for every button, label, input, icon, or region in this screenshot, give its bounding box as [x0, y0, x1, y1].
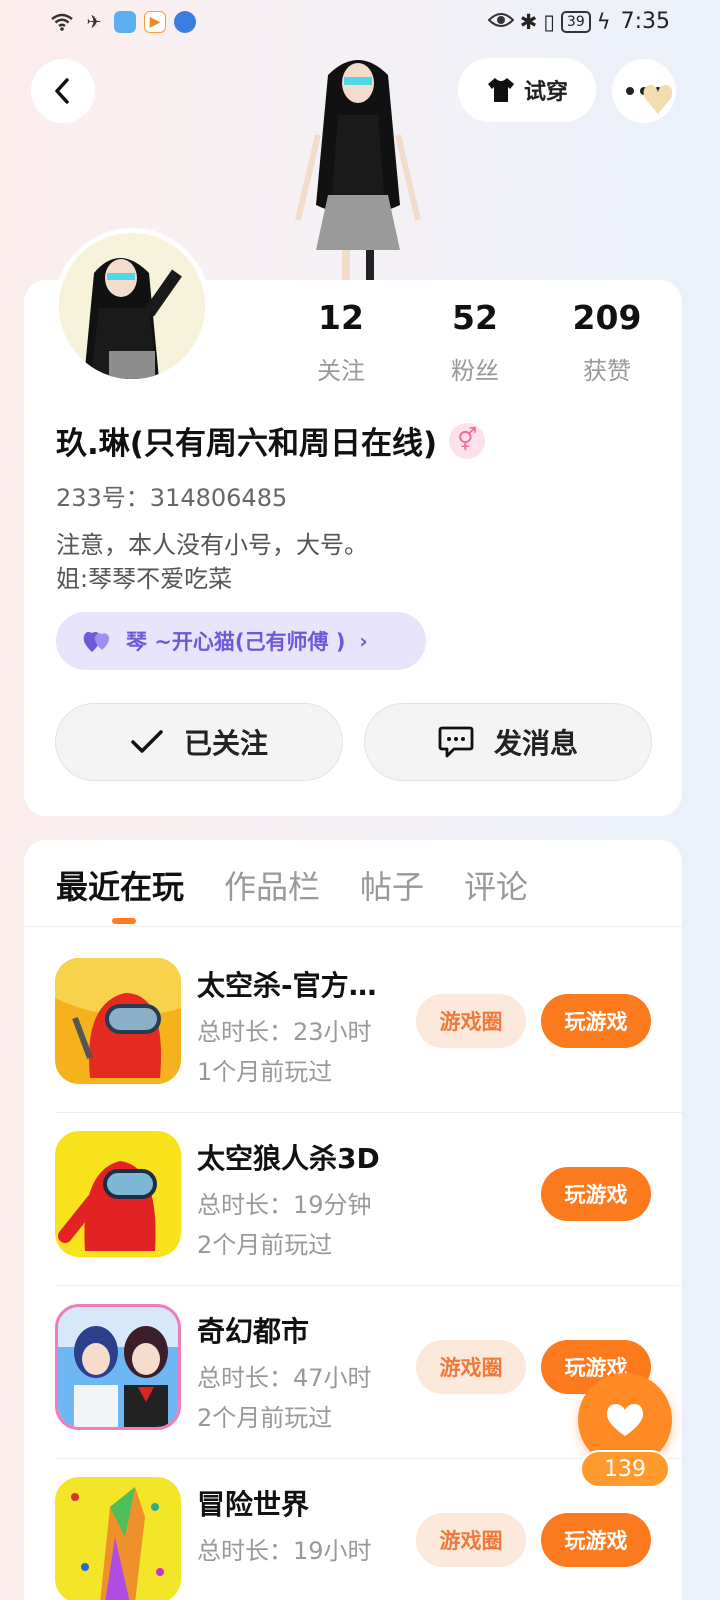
- tab-comments[interactable]: 评论: [464, 862, 528, 908]
- bluetooth-icon: ✱: [519, 9, 538, 34]
- heart-icon: [606, 1404, 644, 1436]
- game-title: 奇幻都市: [197, 1315, 310, 1348]
- stat-following[interactable]: 12 关注: [286, 298, 396, 386]
- chat-bubble-icon: [438, 726, 474, 758]
- stat-fans-label: 粉丝: [451, 357, 499, 385]
- stat-following-count: 12: [318, 298, 364, 337]
- bio: 注意，本人没有小号，大号。 姐:琴琴不爱吃菜: [56, 528, 368, 596]
- play-game-button[interactable]: 玩游戏: [541, 994, 651, 1048]
- stat-fans-count: 52: [452, 298, 498, 337]
- stat-following-label: 关注: [317, 357, 365, 385]
- stat-likes[interactable]: 209 获赞: [552, 298, 662, 386]
- game-icon[interactable]: [55, 1131, 181, 1257]
- charging-icon: ϟ: [596, 9, 611, 34]
- game-playtime: 总时长：23小时: [197, 1018, 372, 1046]
- back-button[interactable]: [31, 59, 95, 123]
- game-circle-button[interactable]: 游戏圈: [416, 1513, 526, 1567]
- game-icon[interactable]: [55, 1477, 181, 1600]
- game-circle-button[interactable]: 游戏圈: [416, 994, 526, 1048]
- stat-fans[interactable]: 52 粉丝: [420, 298, 530, 386]
- game-icon[interactable]: [55, 1304, 181, 1430]
- stat-likes-label: 获赞: [583, 357, 631, 385]
- bio-line: 注意，本人没有小号，大号。: [56, 531, 368, 559]
- user-name: 玖.琳(只有周六和周日在线): [56, 426, 438, 462]
- app-notification-icon: [114, 11, 136, 33]
- vibrate-icon: ▯: [543, 9, 555, 34]
- game-playtime: 总时长：19小时: [197, 1537, 372, 1565]
- game-icon[interactable]: [55, 958, 181, 1084]
- name-row: 玖.琳(只有周六和周日在线) ⚥: [56, 418, 486, 463]
- battery-indicator: 39: [560, 10, 591, 33]
- game-title: 冒险世界: [197, 1488, 310, 1521]
- tab-posts[interactable]: 帖子: [360, 862, 424, 908]
- games-card: 最近在玩 作品栏 帖子 评论 太空杀-官方正版 总时长：23小时 1个月前玩过 …: [24, 840, 682, 1600]
- play-game-button[interactable]: 玩游戏: [541, 1167, 651, 1221]
- divider: [24, 926, 682, 927]
- game-playtime: 总时长：19分钟: [197, 1191, 372, 1219]
- like-count: 139: [580, 1450, 670, 1488]
- eye-icon: [487, 10, 515, 34]
- tshirt-icon: [487, 78, 514, 102]
- browser-notification-icon: [174, 11, 196, 33]
- user-id[interactable]: 233号：314806485: [56, 478, 287, 513]
- wifi-icon: [50, 10, 74, 34]
- game-last-played: 2个月前玩过: [197, 1404, 333, 1432]
- heart-decoration-icon: ♥: [640, 78, 676, 124]
- airplane-icon: ✈: [86, 11, 102, 33]
- master-tag[interactable]: 琴 ~开心猫(己有师傅 ) ›: [56, 612, 426, 670]
- send-message-label: 发消息: [493, 727, 578, 760]
- try-on-label: 试穿: [523, 80, 568, 105]
- stat-likes-count: 209: [572, 298, 642, 337]
- check-icon: [131, 730, 163, 753]
- tab-recently-played[interactable]: 最近在玩: [56, 862, 184, 908]
- tab-indicator: [112, 918, 136, 924]
- gender-female-icon: ⚥: [449, 422, 486, 459]
- try-on-button[interactable]: 试穿: [458, 58, 596, 122]
- game-title: 太空狼人杀3D: [197, 1142, 380, 1175]
- chevron-right-icon: ›: [359, 629, 368, 653]
- game-row[interactable]: 太空狼人杀3D 总时长：19分钟 2个月前玩过 玩游戏: [24, 1113, 682, 1286]
- chevron-left-icon: [55, 78, 69, 104]
- bio-line: 姐:琴琴不爱吃菜: [56, 565, 233, 593]
- game-title: 太空杀-官方正版: [197, 969, 397, 1002]
- clock: 7:35: [620, 9, 670, 34]
- play-notification-icon: ▶: [144, 11, 166, 33]
- avatar-figure[interactable]: [288, 45, 428, 285]
- game-last-played: 2个月前玩过: [197, 1231, 333, 1259]
- followed-button[interactable]: 已关注: [55, 703, 343, 781]
- status-bar: ✈ ▶ ✱ ▯ 39 ϟ 7:35: [0, 0, 720, 48]
- game-last-played: 1个月前玩过: [197, 1058, 333, 1086]
- send-message-button[interactable]: 发消息: [364, 703, 652, 781]
- double-heart-icon: [83, 632, 110, 652]
- game-playtime: 总时长：47小时: [197, 1364, 372, 1392]
- followed-label: 已关注: [183, 727, 268, 760]
- master-tag-label: 琴 ~开心猫(己有师傅 ): [126, 630, 346, 654]
- game-row[interactable]: 太空杀-官方正版 总时长：23小时 1个月前玩过 游戏圈 玩游戏: [24, 940, 682, 1113]
- tab-bar: 最近在玩 作品栏 帖子 评论: [56, 862, 528, 908]
- tab-works[interactable]: 作品栏: [224, 862, 320, 908]
- game-circle-button[interactable]: 游戏圈: [416, 1340, 526, 1394]
- avatar[interactable]: [54, 228, 210, 384]
- play-game-button[interactable]: 玩游戏: [541, 1513, 651, 1567]
